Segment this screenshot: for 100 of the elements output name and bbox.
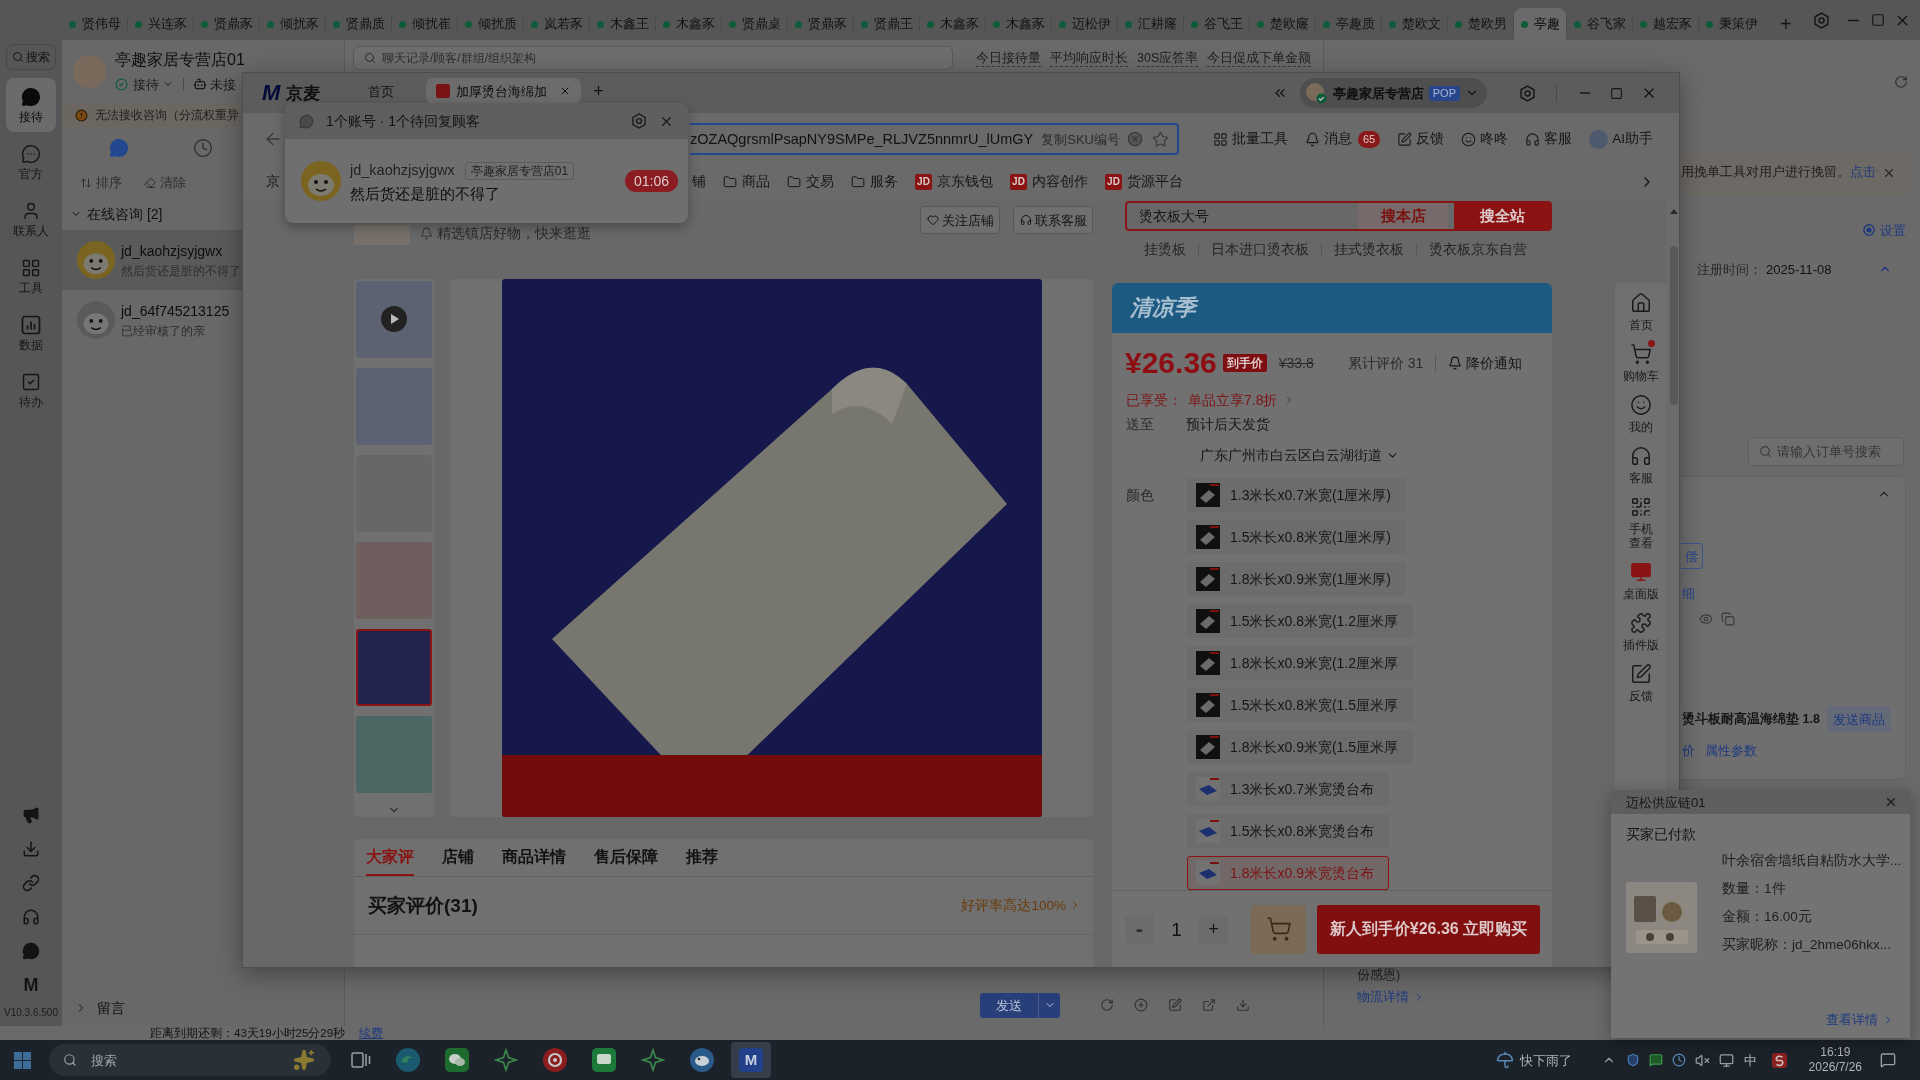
input-method-indicator[interactable]: 中 bbox=[1743, 1053, 1757, 1067]
logistics-link[interactable]: 物流详情 bbox=[1357, 990, 1425, 1004]
app-tab[interactable]: 楚欧窿 bbox=[1250, 8, 1315, 40]
ring-app-icon[interactable] bbox=[543, 1048, 567, 1072]
clock-icon[interactable] bbox=[193, 138, 213, 158]
app-logo[interactable]: M bbox=[23, 976, 39, 994]
settings-radio[interactable]: 设置 bbox=[1863, 223, 1906, 237]
color-option[interactable]: 1.8米长x0.9米宽(1厘米厚) bbox=[1187, 562, 1407, 596]
scroll-up-icon[interactable] bbox=[1669, 209, 1678, 214]
settings-icon[interactable] bbox=[1813, 11, 1830, 29]
detail-link[interactable]: 细 bbox=[1682, 586, 1695, 602]
account-switcher[interactable]: 亭趣家居专营店 POP bbox=[1299, 78, 1487, 108]
color-option[interactable]: 1.8米长x0.9米宽(1.5厘米厚 bbox=[1187, 730, 1414, 764]
nav-rail-item[interactable]: 数据 bbox=[6, 306, 56, 360]
compensation-button[interactable]: 偿 bbox=[1681, 543, 1703, 569]
address-field[interactable]: zOZAQgrsmlPsapNY9SMPe_RLJVZ5nnmrU_lUmGY 复制SKU编号 bbox=[690, 123, 1179, 155]
toolbar-button[interactable]: 咚咚 bbox=[1461, 131, 1509, 147]
star-app-icon[interactable] bbox=[494, 1048, 518, 1072]
product-thumbnail[interactable] bbox=[356, 280, 432, 358]
tray-app-icon[interactable] bbox=[1771, 1052, 1787, 1068]
close-icon[interactable] bbox=[1884, 795, 1898, 809]
side-nav-item[interactable]: 首页 bbox=[1617, 289, 1664, 340]
browser-tab[interactable]: 加厚烫台海绵加 bbox=[426, 78, 582, 104]
link[interactable]: 属性参数 bbox=[1705, 744, 1757, 757]
rating-link[interactable]: 好评率高达100% bbox=[961, 898, 1081, 913]
maximize-icon[interactable] bbox=[1610, 86, 1623, 100]
section-header[interactable]: 在线咨询 [2] bbox=[62, 202, 163, 226]
app-tab[interactable]: 兴连豕 bbox=[128, 8, 193, 40]
search-button[interactable]: 搜索 bbox=[6, 44, 56, 70]
nav-rail-item[interactable]: 工具 bbox=[6, 249, 56, 303]
color-option[interactable]: 1.5米长x0.8米宽(1.5厘米厚 bbox=[1187, 688, 1414, 722]
eye-icon[interactable] bbox=[1699, 612, 1713, 626]
star-app-icon[interactable] bbox=[641, 1048, 665, 1072]
add-to-cart-button[interactable] bbox=[1251, 904, 1306, 954]
download-icon[interactable] bbox=[1236, 998, 1250, 1012]
notice-link[interactable]: 点击 bbox=[1850, 166, 1876, 179]
color-option[interactable]: 1.3米长x0.7米宽烫台布 bbox=[1187, 772, 1389, 806]
search-field[interactable]: 烫衣板大号 搜本店 搜全站 bbox=[1125, 201, 1552, 231]
search-store-button[interactable]: 搜本店 bbox=[1358, 203, 1448, 229]
side-nav-item[interactable]: 插件版 bbox=[1617, 609, 1664, 660]
app-tab[interactable]: 贤鼎豕 bbox=[194, 8, 259, 40]
view-details-link[interactable]: 查看详情 bbox=[1826, 1013, 1894, 1026]
link-icon[interactable] bbox=[22, 874, 40, 892]
toolbar-button[interactable]: 反馈 bbox=[1397, 131, 1445, 147]
search-suggestion[interactable]: 烫衣板京东自营 bbox=[1429, 242, 1527, 257]
external-link-icon[interactable] bbox=[1202, 998, 1216, 1012]
app-tab[interactable]: 迈松伊 bbox=[1052, 8, 1117, 40]
app-tab[interactable]: 越宏豕 bbox=[1633, 8, 1698, 40]
edit-icon[interactable] bbox=[1168, 998, 1182, 1012]
side-nav-item[interactable]: 桌面版 bbox=[1617, 558, 1664, 609]
increment-button[interactable]: + bbox=[1199, 914, 1228, 944]
app-tab[interactable]: 秉策伊 bbox=[1699, 8, 1764, 40]
product-tab[interactable]: 店铺 bbox=[442, 839, 474, 876]
monitor-icon[interactable] bbox=[1718, 1052, 1734, 1068]
bookmark-link[interactable]: 交易 bbox=[787, 175, 834, 189]
chat-bubble-icon[interactable] bbox=[22, 942, 40, 960]
product-tab[interactable]: 售后保障 bbox=[594, 839, 658, 876]
chat-app-icon[interactable] bbox=[445, 1048, 469, 1072]
headset-icon[interactable] bbox=[22, 908, 40, 926]
new-tab-button[interactable]: + bbox=[593, 78, 604, 104]
oval-app-icon[interactable] bbox=[690, 1048, 714, 1072]
bookmark-link[interactable]: 铺 bbox=[692, 175, 706, 189]
taskbar-search-field[interactable]: 搜索 bbox=[49, 1044, 331, 1076]
nav-rail-item[interactable]: 待办 bbox=[6, 363, 56, 417]
browser-tab[interactable]: 首页 bbox=[358, 78, 405, 104]
color-option[interactable]: 1.8米长x0.9米宽烫台布 bbox=[1187, 856, 1389, 890]
refresh-icon[interactable] bbox=[1894, 75, 1908, 89]
message-app-icon[interactable] bbox=[592, 1048, 616, 1072]
side-nav-item[interactable]: 购物车 bbox=[1617, 340, 1664, 391]
chat-icon[interactable] bbox=[1648, 1053, 1663, 1067]
status-dropdown[interactable]: 接待 bbox=[133, 77, 174, 91]
add-tab-button[interactable]: + bbox=[1776, 8, 1796, 40]
send-button[interactable]: 发送 bbox=[980, 992, 1060, 1018]
bookmark-link[interactable]: JD 京东钱包 bbox=[915, 174, 993, 190]
app-tab[interactable]: 汇耕窿 bbox=[1118, 8, 1183, 40]
color-option[interactable]: 1.8米长x0.9米宽(1.2厘米厚 bbox=[1187, 646, 1414, 680]
search-site-button[interactable]: 搜全站 bbox=[1454, 203, 1550, 229]
download-icon[interactable] bbox=[22, 840, 40, 858]
app-tab[interactable]: 贤鼎桌 bbox=[722, 8, 787, 40]
app-tab[interactable]: 谷飞家 bbox=[1567, 8, 1632, 40]
copy-icon[interactable] bbox=[1721, 612, 1735, 626]
app-tab[interactable]: 贤鼎豕 bbox=[788, 8, 853, 40]
nav-rail-item[interactable]: 联系人 bbox=[6, 192, 56, 246]
renew-link[interactable]: 续费 bbox=[359, 1026, 384, 1040]
nav-rail-item[interactable]: 官方 bbox=[6, 135, 56, 189]
app-tab[interactable]: 贤伟母 bbox=[62, 8, 127, 40]
app-tab[interactable]: 木鑫豕 bbox=[986, 8, 1051, 40]
copy-sku-link[interactable]: 复制SKU编号 bbox=[1041, 132, 1120, 146]
link[interactable]: 价 bbox=[1682, 744, 1695, 757]
address-dropdown[interactable]: 广东广州市白云区白云湖街道 bbox=[1200, 444, 1399, 466]
product-thumbnail[interactable] bbox=[356, 629, 432, 707]
scrollbar-thumb[interactable] bbox=[1669, 246, 1678, 405]
app-tab[interactable]: 贤鼎王 bbox=[854, 8, 919, 40]
search-suggestion[interactable]: 挂式烫衣板 bbox=[1334, 242, 1404, 257]
app-tab[interactable]: 贤鼎质 bbox=[326, 8, 391, 40]
app-tab[interactable]: 亭趣 bbox=[1514, 8, 1566, 40]
app-tab[interactable]: 倾扰崔 bbox=[392, 8, 457, 40]
toolbar-button[interactable]: 消息 65 bbox=[1305, 130, 1381, 148]
start-icon[interactable] bbox=[14, 1051, 31, 1069]
muted-speaker-icon[interactable] bbox=[1694, 1052, 1710, 1068]
